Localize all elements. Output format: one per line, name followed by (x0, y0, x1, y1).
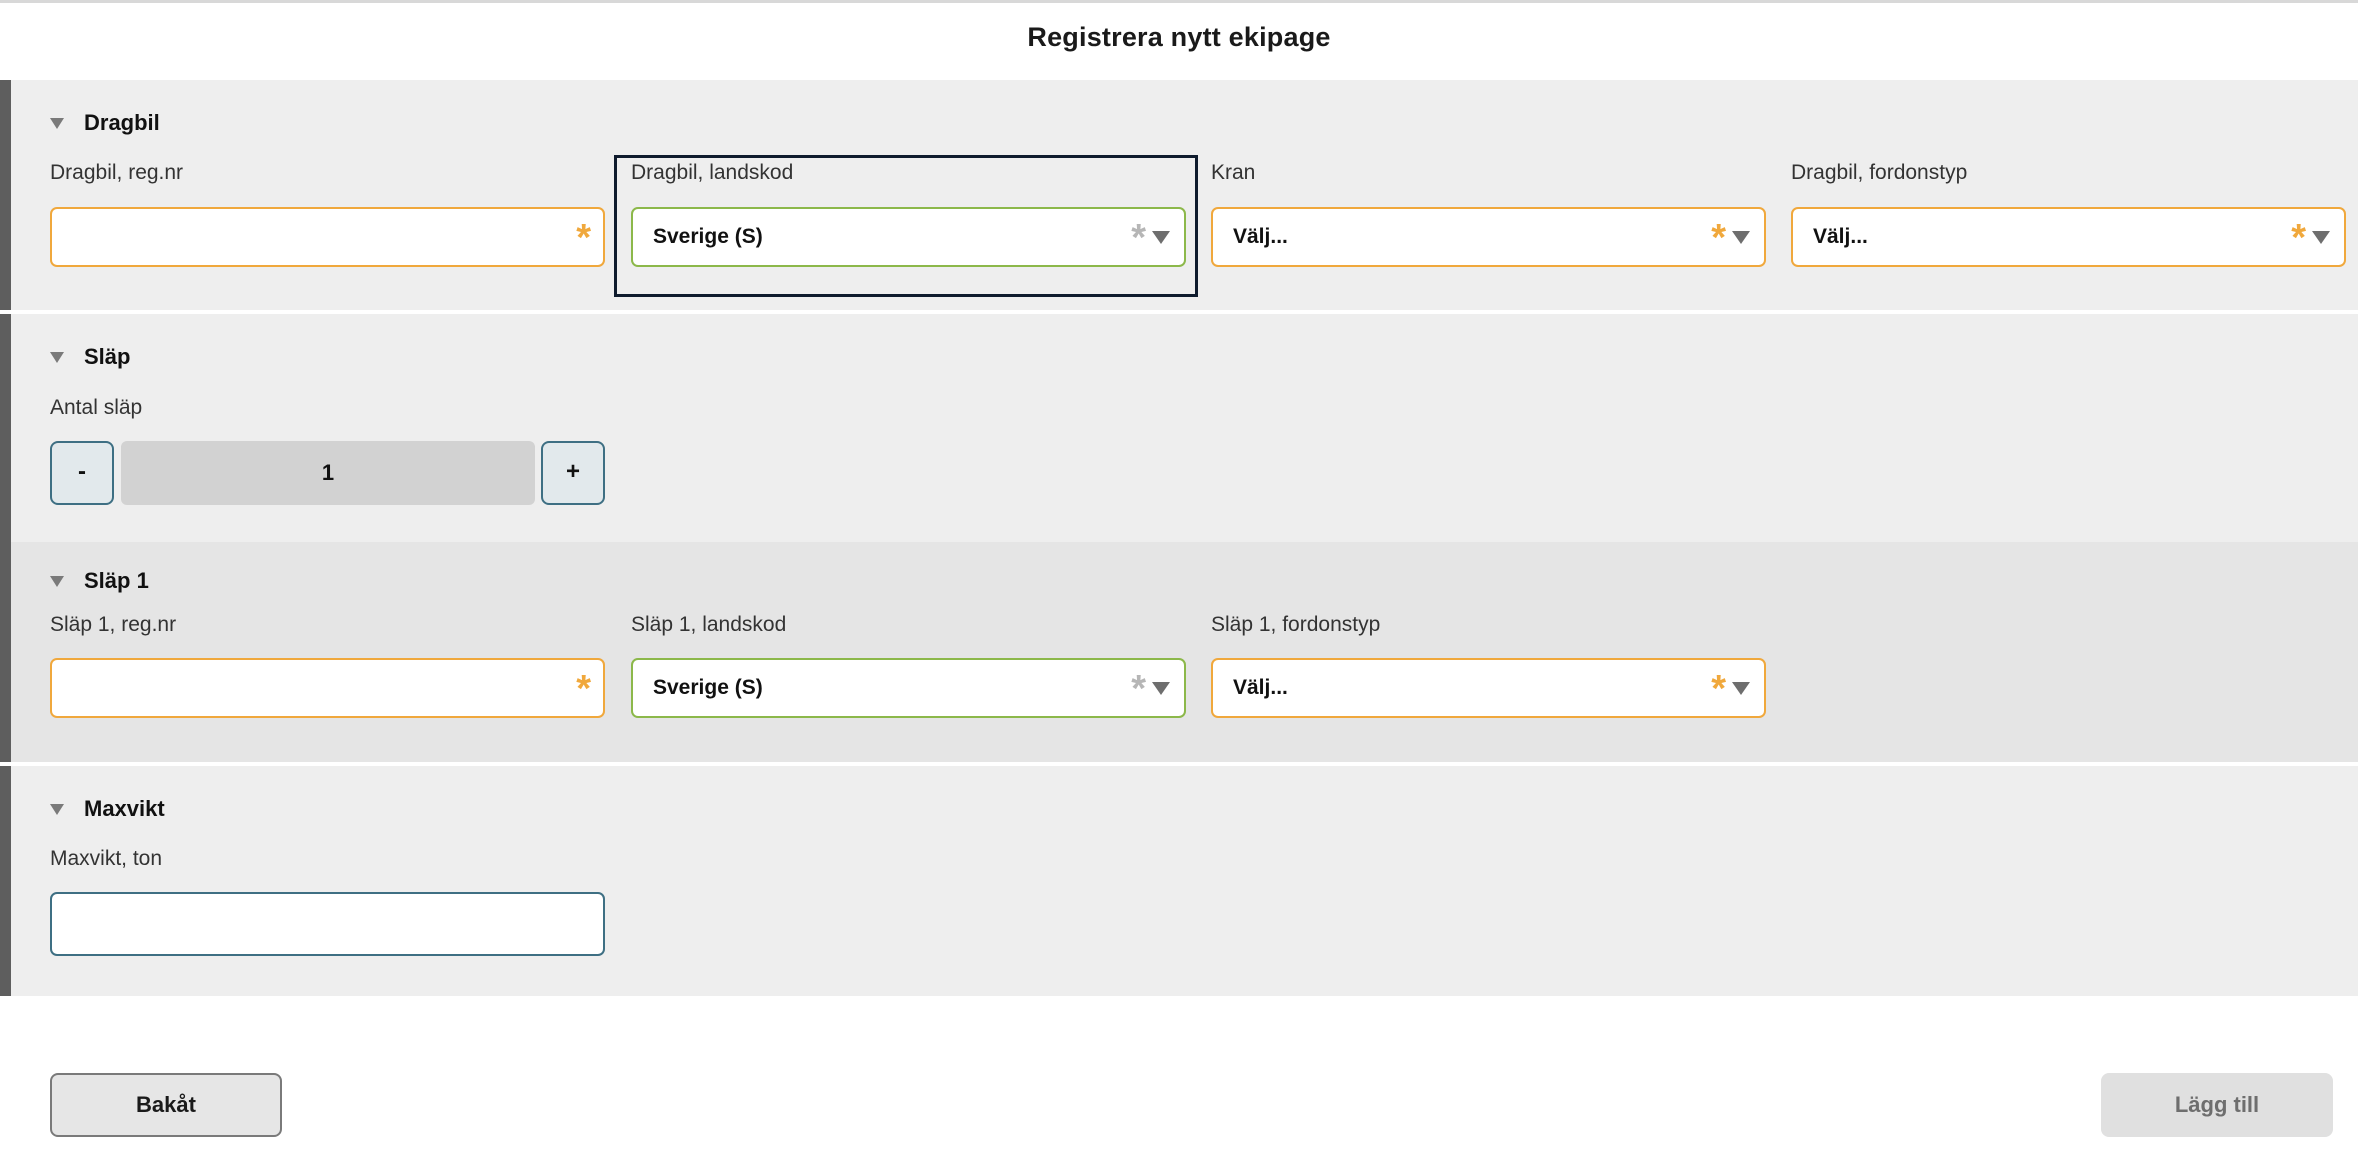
section-slap-1: Släp 1 (0, 542, 2358, 762)
antal-slap-value[interactable]: 1 (121, 441, 535, 505)
add-button[interactable]: Lägg till (2101, 1073, 2333, 1137)
slap1-regnr-label: Släp 1, reg.nr (50, 613, 177, 636)
section-header-maxvikt[interactable]: Maxvikt (50, 794, 165, 824)
slap1-fordonstyp-label: Släp 1, fordonstyp (1211, 613, 1381, 636)
dragbil-fordonstyp-label: Dragbil, fordonstyp (1791, 161, 1968, 184)
collapse-caret-icon[interactable] (50, 117, 64, 129)
dragbil-fordonstyp-select[interactable]: Välj... * (1791, 207, 2346, 267)
kran-label: Kran (1211, 161, 1256, 184)
required-asterisk-icon: * (1711, 217, 1726, 259)
kran-select[interactable]: Välj... * (1211, 207, 1766, 267)
maxvikt-ton-label: Maxvikt, ton (50, 847, 163, 870)
section-maxvikt: Maxvikt (0, 766, 2358, 996)
slap1-landskod-label: Släp 1, landskod (631, 613, 787, 636)
section-title: Dragbil (84, 110, 160, 135)
section-indicator-bar (0, 542, 11, 762)
collapse-caret-icon[interactable] (50, 351, 64, 363)
dragbil-regnr-label: Dragbil, reg.nr (50, 161, 184, 184)
dragbil-fordonstyp-value: Välj... (1813, 225, 1868, 248)
required-asterisk-icon: * (2291, 217, 2306, 259)
section-header-slap[interactable]: Släp (50, 342, 130, 372)
section-indicator-bar (0, 766, 11, 996)
chevron-down-icon[interactable] (2312, 231, 2330, 244)
required-asterisk-icon: * (576, 217, 591, 259)
required-asterisk-icon: * (576, 668, 591, 710)
increment-button[interactable]: + (541, 441, 605, 505)
required-asterisk-icon: * (1711, 668, 1726, 710)
dragbil-regnr-input[interactable]: * (50, 207, 605, 267)
slap1-landskod-select[interactable]: Sverige (S) * (631, 658, 1186, 718)
section-indicator-bar (0, 314, 11, 542)
required-asterisk-icon: * (1131, 668, 1146, 710)
section-header-dragbil[interactable]: Dragbil (50, 108, 160, 138)
section-header-slap-1[interactable]: Släp 1 (50, 566, 149, 596)
kran-value: Välj... (1233, 225, 1288, 248)
top-divider (0, 0, 2358, 3)
decrement-button[interactable]: - (50, 441, 114, 505)
back-button[interactable]: Bakåt (50, 1073, 282, 1137)
slap1-fordonstyp-value: Välj... (1233, 676, 1288, 699)
slap1-landskod-value: Sverige (S) (653, 676, 763, 699)
section-title: Släp 1 (84, 568, 149, 593)
page-title: Registrera nytt ekipage (1027, 22, 1331, 52)
collapse-caret-icon[interactable] (50, 803, 64, 815)
chevron-down-icon[interactable] (1152, 682, 1170, 695)
slap1-fordonstyp-select[interactable]: Välj... * (1211, 658, 1766, 718)
keyboard-focus-frame (614, 155, 1198, 297)
section-indicator-bar (0, 80, 11, 310)
collapse-caret-icon[interactable] (50, 575, 64, 587)
maxvikt-ton-input[interactable] (50, 892, 605, 956)
section-title: Maxvikt (84, 796, 165, 821)
chevron-down-icon[interactable] (1732, 231, 1750, 244)
section-slap: Släp (0, 314, 2358, 542)
slap1-regnr-input[interactable]: * (50, 658, 605, 718)
section-title: Släp (84, 344, 131, 369)
chevron-down-icon[interactable] (1732, 682, 1750, 695)
antal-slap-label: Antal släp (50, 396, 143, 419)
